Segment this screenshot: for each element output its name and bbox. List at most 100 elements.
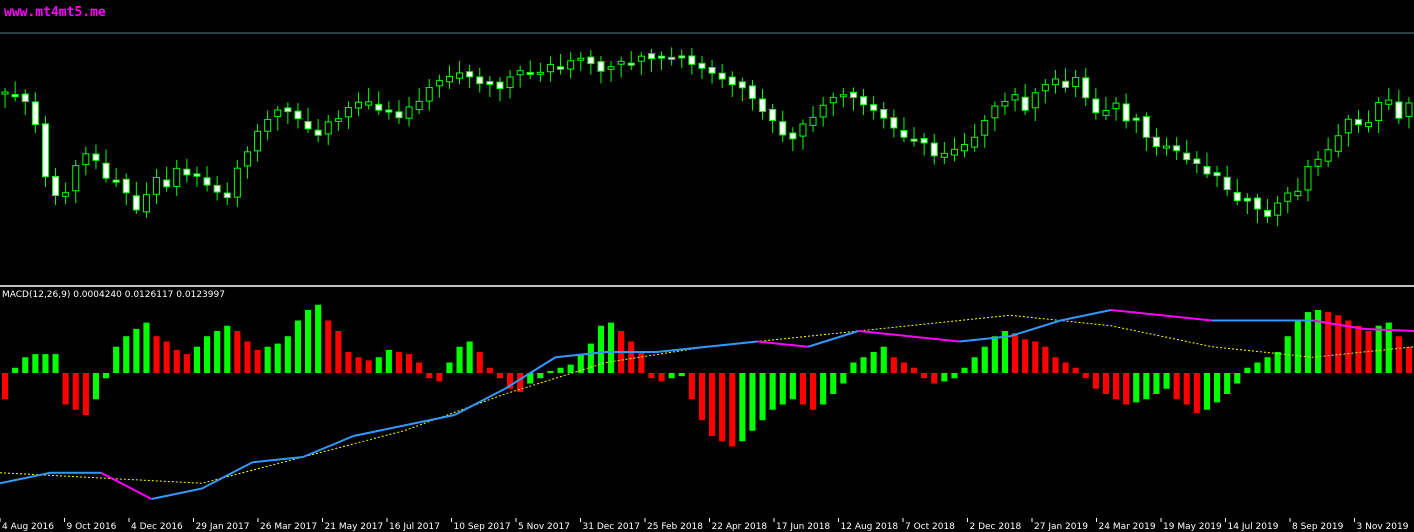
histogram-bar [476, 352, 483, 373]
candle-body [62, 192, 70, 197]
candle-body [112, 179, 120, 183]
candle-body [506, 76, 514, 88]
candle-body [1193, 158, 1201, 165]
histogram-bar [456, 346, 463, 373]
histogram-bar [739, 373, 746, 442]
candle-body [900, 130, 908, 138]
candle-body [203, 177, 211, 186]
candle-body [1122, 103, 1130, 122]
time-axis-label: 9 Oct 2016 [66, 522, 117, 532]
candle-body [466, 71, 474, 78]
macd-line-segment [858, 330, 910, 338]
macd-line-segment [151, 487, 203, 500]
histogram-bar [305, 310, 312, 373]
histogram-bar [103, 373, 110, 379]
candle-body [132, 195, 140, 211]
candle-body [1132, 117, 1140, 121]
candle-body [456, 72, 464, 79]
histogram-bar [749, 373, 756, 431]
candle-body [1375, 101, 1383, 122]
histogram-bar [1264, 357, 1271, 373]
histogram-bar [1052, 357, 1059, 373]
time-axis-label: 25 Feb 2018 [647, 522, 704, 532]
histogram-bar [486, 367, 493, 373]
candle-body [617, 60, 625, 65]
histogram-bar [1153, 373, 1160, 394]
time-axis-label: 21 May 2017 [324, 522, 384, 532]
candle-body [930, 142, 938, 157]
histogram-bar [820, 373, 827, 405]
candle-body [799, 123, 807, 137]
candle-body [405, 106, 413, 119]
macd-line-segment [302, 435, 354, 458]
time-axis-label: 17 Jun 2018 [776, 522, 831, 532]
candle-body [759, 98, 767, 112]
macd-line-segment [656, 345, 708, 353]
histogram-bar [224, 325, 231, 373]
candle-body [21, 93, 29, 103]
histogram-bar [658, 373, 665, 382]
candle-body [678, 55, 686, 59]
histogram-bar [1234, 373, 1241, 384]
candle-body [1344, 118, 1352, 134]
histogram-bar [810, 373, 817, 410]
candle-body [607, 66, 615, 70]
candle-body [1284, 192, 1292, 202]
histogram-bar [1092, 373, 1099, 389]
candle-body [1365, 122, 1373, 128]
candle-body [789, 132, 797, 140]
histogram-bar [719, 373, 726, 442]
candle-body [153, 176, 161, 195]
candle-body [1001, 100, 1009, 107]
time-axis-label: 24 Mar 2019 [1098, 522, 1156, 532]
histogram-bar [2, 373, 9, 400]
candle-body [516, 70, 524, 76]
histogram-bar [941, 373, 948, 382]
macd-line-segment [706, 340, 758, 348]
chart-window[interactable]: www.mt4mt5.me MACD(12,26,9) 0.0004240 0.… [0, 0, 1414, 532]
histogram-bar [890, 357, 897, 373]
candle-body [72, 165, 80, 192]
histogram-bar [436, 373, 443, 382]
candle-body [1072, 76, 1080, 87]
candle-body [254, 130, 262, 152]
candle-body [1082, 77, 1090, 99]
time-axis-label: 5 Nov 2017 [518, 522, 570, 532]
histogram-bar [1405, 346, 1412, 373]
histogram-bar [729, 373, 736, 447]
histogram-bar [385, 349, 392, 373]
chart-canvas[interactable] [0, 0, 1414, 532]
candle-body [122, 178, 130, 194]
candle-body [496, 81, 504, 90]
candle-body [627, 62, 635, 66]
candle-body [344, 107, 352, 118]
candle-body [1173, 145, 1181, 152]
candle-body [1314, 158, 1322, 167]
histogram-bar [991, 336, 998, 373]
candle-body [1152, 136, 1160, 147]
histogram-bar [1062, 362, 1069, 373]
candle-body [1324, 149, 1332, 162]
histogram-bar [900, 362, 907, 373]
time-axis-label: 10 Sep 2017 [453, 522, 511, 532]
candle-body [809, 116, 817, 126]
candle-body [769, 108, 777, 122]
time-axis-label: 14 Jul 2019 [1227, 522, 1279, 532]
candle-body [294, 110, 302, 120]
candle-body [1112, 102, 1120, 110]
candle-body [365, 101, 373, 106]
candle-body [920, 138, 928, 144]
candle-body [526, 72, 534, 76]
candle-body [1031, 92, 1039, 109]
histogram-bar [981, 346, 988, 373]
candle-body [11, 94, 19, 98]
histogram-bar [173, 349, 180, 373]
candle-body [1062, 80, 1070, 88]
histogram-bar [375, 357, 382, 373]
candle-body [173, 167, 181, 187]
histogram-bar [395, 352, 402, 373]
candle-body [971, 136, 979, 148]
histogram-bar [1123, 373, 1130, 405]
candle-body [1304, 166, 1312, 191]
histogram-bar [638, 352, 645, 373]
